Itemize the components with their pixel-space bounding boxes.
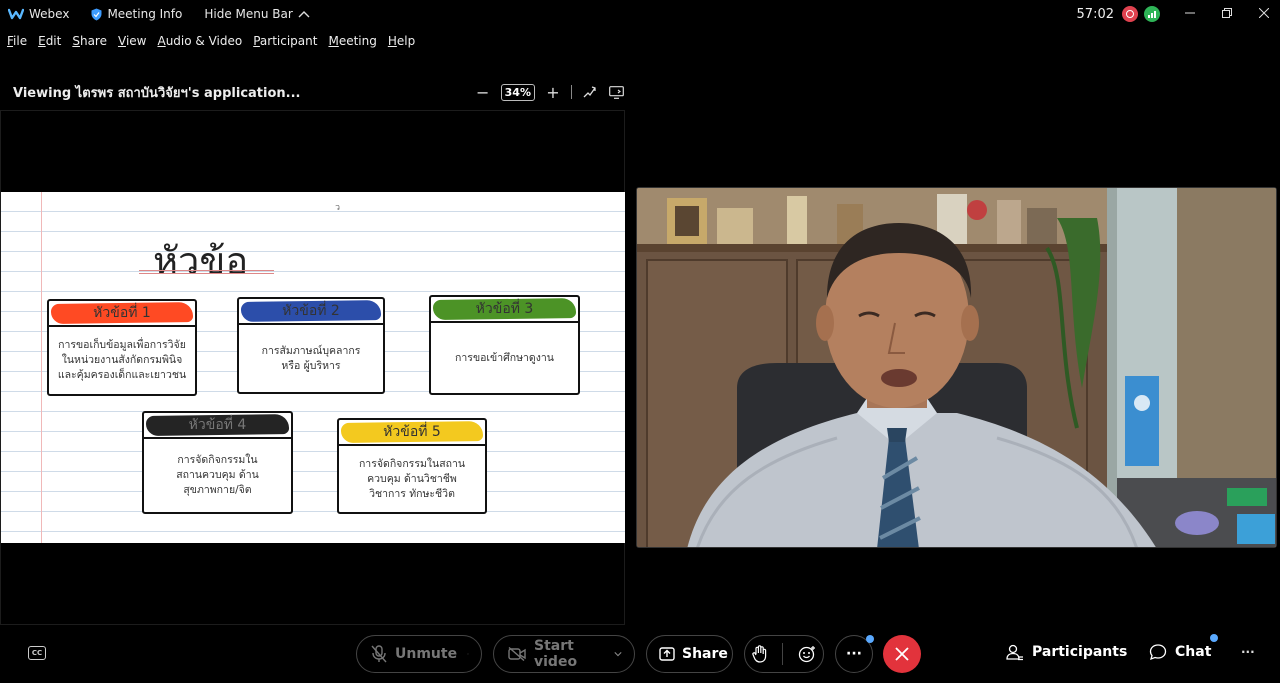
viewing-label: Viewing ไตรพร สถาบันวิจัยฯ's application…: [13, 85, 301, 101]
start-video-button[interactable]: Start video: [493, 635, 635, 673]
zoom-out-button[interactable]: −: [475, 83, 491, 102]
participants-button[interactable]: Participants: [1006, 643, 1127, 661]
topic-card-1-header: หัวข้อที่ 1: [49, 301, 195, 327]
minimize-icon[interactable]: [1174, 6, 1206, 22]
topic-card-4-header: หัวข้อที่ 4: [144, 413, 291, 439]
remote-cursor-mark: ว: [335, 203, 341, 213]
microphone-muted-icon: [371, 645, 387, 663]
annotate-icon[interactable]: [582, 84, 598, 100]
chevron-up-icon: [298, 11, 310, 18]
restore-icon[interactable]: [1211, 6, 1243, 22]
meeting-info-label: Meeting Info: [107, 7, 183, 21]
title-bar: Webex Meeting Info Hide Menu Bar 57:02: [0, 0, 1280, 28]
topic-card-3-header: หัวข้อที่ 3: [431, 297, 578, 323]
raise-hand-icon[interactable]: [752, 645, 768, 663]
hide-menu-bar-label: Hide Menu Bar: [204, 7, 293, 21]
overflow-menu-button[interactable]: ···: [1241, 645, 1255, 659]
share-viewing-bar: Viewing ไตรพร สถาบันวิจัยฯ's application…: [0, 80, 630, 104]
topic-card-3-body: การขอเข้าศึกษาดูงาน: [455, 351, 554, 364]
menu-participant[interactable]: Participant: [253, 34, 317, 48]
reactions-emoji-icon[interactable]: [798, 645, 816, 663]
more-options-label: ···: [846, 646, 862, 662]
participants-label: Participants: [1032, 644, 1128, 660]
app-name: Webex: [29, 7, 70, 21]
chevron-down-icon[interactable]: [467, 649, 469, 659]
topic-card-5-header: หัวข้อที่ 5: [339, 420, 485, 446]
closed-captions-icon[interactable]: CC: [28, 646, 46, 660]
hide-menu-bar-button[interactable]: Hide Menu Bar: [204, 7, 310, 21]
topic-card-2: หัวข้อที่ 2 การสัมภาษณ์บุคลากร หรือ ผู้บ…: [237, 297, 385, 394]
menu-bar: File Edit Share View Audio & Video Parti…: [0, 30, 426, 52]
chat-notification-badge: [1210, 634, 1218, 642]
chat-button[interactable]: Chat: [1149, 634, 1218, 661]
connection-health-icon[interactable]: [1144, 6, 1160, 22]
zoom-in-button[interactable]: +: [545, 83, 561, 102]
start-video-label: Start video: [534, 638, 578, 670]
topic-card-2-body: การสัมภาษณ์บุคลากร หรือ ผู้บริหาร: [261, 344, 361, 372]
recording-icon[interactable]: [1122, 6, 1138, 22]
unmute-label: Unmute: [395, 646, 458, 662]
notification-badge: [866, 635, 874, 643]
share-button[interactable]: Share: [646, 635, 733, 673]
topic-card-4: หัวข้อที่ 4 การจัดกิจกรรมใน สถานควบคุม ด…: [142, 411, 293, 514]
more-options-button[interactable]: ···: [835, 635, 874, 673]
meeting-info-button[interactable]: Meeting Info: [91, 7, 182, 21]
camera-off-icon: [508, 645, 526, 663]
topic-card-4-body: การจัดกิจกรรมใน สถานควบคุม ด้าน สุขภาพกา…: [176, 454, 259, 496]
toolbar-divider: [571, 85, 572, 99]
menu-share[interactable]: Share: [72, 34, 107, 48]
shield-icon: [91, 8, 102, 20]
chat-icon: [1149, 644, 1167, 661]
participant-video-frame: [637, 188, 1276, 547]
share-view-options-icon[interactable]: [608, 84, 624, 100]
menu-help[interactable]: Help: [388, 34, 415, 48]
participants-icon: [1006, 644, 1023, 661]
shared-content-area[interactable]: ว หัวข้อ หัวข้อที่ 1 การขอเก็บข้อมูลเพื่…: [0, 110, 625, 625]
close-icon: [895, 647, 909, 661]
slide-title: หัวข้อ: [153, 239, 249, 283]
title-underline: [139, 270, 274, 274]
meeting-controls-bar: CC Unmute Start video Share ··· Particip…: [0, 626, 1280, 683]
share-screen-icon: [658, 645, 676, 663]
share-label: Share: [682, 646, 728, 662]
menu-file[interactable]: File: [7, 34, 27, 48]
webex-app-menu[interactable]: Webex: [8, 7, 69, 21]
topic-card-5: หัวข้อที่ 5 การจัดกิจกรรมในสถาน ควบคุม ด…: [337, 418, 487, 514]
topic-card-1: หัวข้อที่ 1 การขอเก็บข้อมูลเพื่อการวิจัย…: [47, 299, 197, 396]
menu-edit[interactable]: Edit: [38, 34, 61, 48]
reactions-group: [744, 635, 824, 673]
chat-label: Chat: [1175, 644, 1212, 660]
zoom-level[interactable]: 34%: [500, 83, 535, 101]
menu-view[interactable]: View: [118, 34, 146, 48]
participant-video-tile[interactable]: [636, 187, 1277, 548]
leave-meeting-button[interactable]: [883, 635, 921, 673]
menu-audio-video[interactable]: Audio & Video: [157, 34, 242, 48]
shared-slide: ว หัวข้อ หัวข้อที่ 1 การขอเก็บข้อมูลเพื่…: [1, 192, 625, 543]
webex-logo-icon: [8, 8, 24, 20]
menu-meeting[interactable]: Meeting: [328, 34, 376, 48]
meeting-timer: 57:02: [1076, 6, 1114, 22]
notebook-margin-line: [41, 192, 42, 543]
chevron-down-icon[interactable]: [614, 649, 622, 659]
topic-card-3: หัวข้อที่ 3 การขอเข้าศึกษาดูงาน: [429, 295, 580, 395]
reactions-divider: [782, 643, 784, 665]
topic-card-1-body: การขอเก็บข้อมูลเพื่อการวิจัย ในหน่วยงานส…: [57, 339, 187, 381]
close-window-icon[interactable]: [1248, 6, 1280, 22]
topic-card-5-body: การจัดกิจกรรมในสถาน ควบคุม ด้านวิชาชีพ ว…: [358, 457, 466, 500]
unmute-button[interactable]: Unmute: [356, 635, 482, 673]
topic-card-2-header: หัวข้อที่ 2: [239, 299, 383, 325]
